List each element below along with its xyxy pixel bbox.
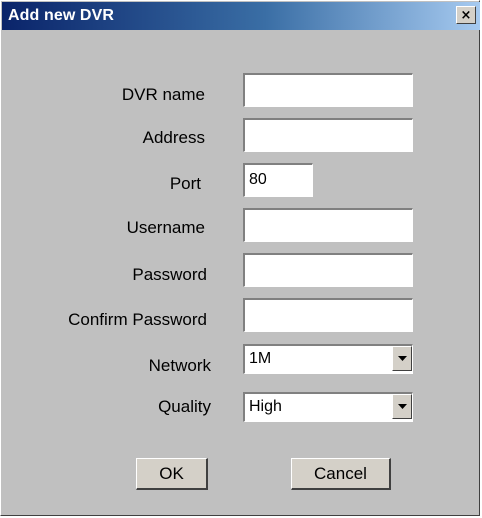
close-button[interactable]: × [456,6,476,24]
ok-button[interactable]: OK [136,458,208,490]
ok-button-label: OK [159,463,184,483]
quality-dropdown-button[interactable] [392,394,412,419]
port-field[interactable]: 80 [243,163,313,197]
confirm-password-field[interactable] [243,298,413,332]
add-dvr-dialog: Add new DVR × DVR name Address Port 80 U… [0,0,480,516]
network-dropdown-button[interactable] [392,346,412,371]
address-field[interactable] [243,118,413,152]
port-label: Port [169,174,201,193]
cancel-button-label: Cancel [314,463,367,483]
network-label: Network [148,356,211,375]
address-label: Address [142,128,205,147]
password-field[interactable] [243,253,413,287]
chevron-down-icon [398,356,407,361]
password-label: Password [132,265,207,284]
cancel-button[interactable]: Cancel [291,458,391,490]
network-select[interactable]: 1M [243,344,413,374]
quality-label: Quality [158,397,211,416]
username-label: Username [126,218,205,237]
chevron-down-icon [398,404,407,409]
close-icon: × [460,7,472,23]
title-bar[interactable]: Add new DVR × [2,2,480,30]
network-selected-value: 1M [249,350,272,367]
dialog-title: Add new DVR [8,7,114,24]
dvr-name-field[interactable] [243,73,413,107]
username-field[interactable] [243,208,413,242]
quality-selected-value: High [249,398,282,415]
dvr-name-label: DVR name [121,85,205,104]
confirm-password-label: Confirm Password [68,310,207,329]
quality-select[interactable]: High [243,392,413,422]
